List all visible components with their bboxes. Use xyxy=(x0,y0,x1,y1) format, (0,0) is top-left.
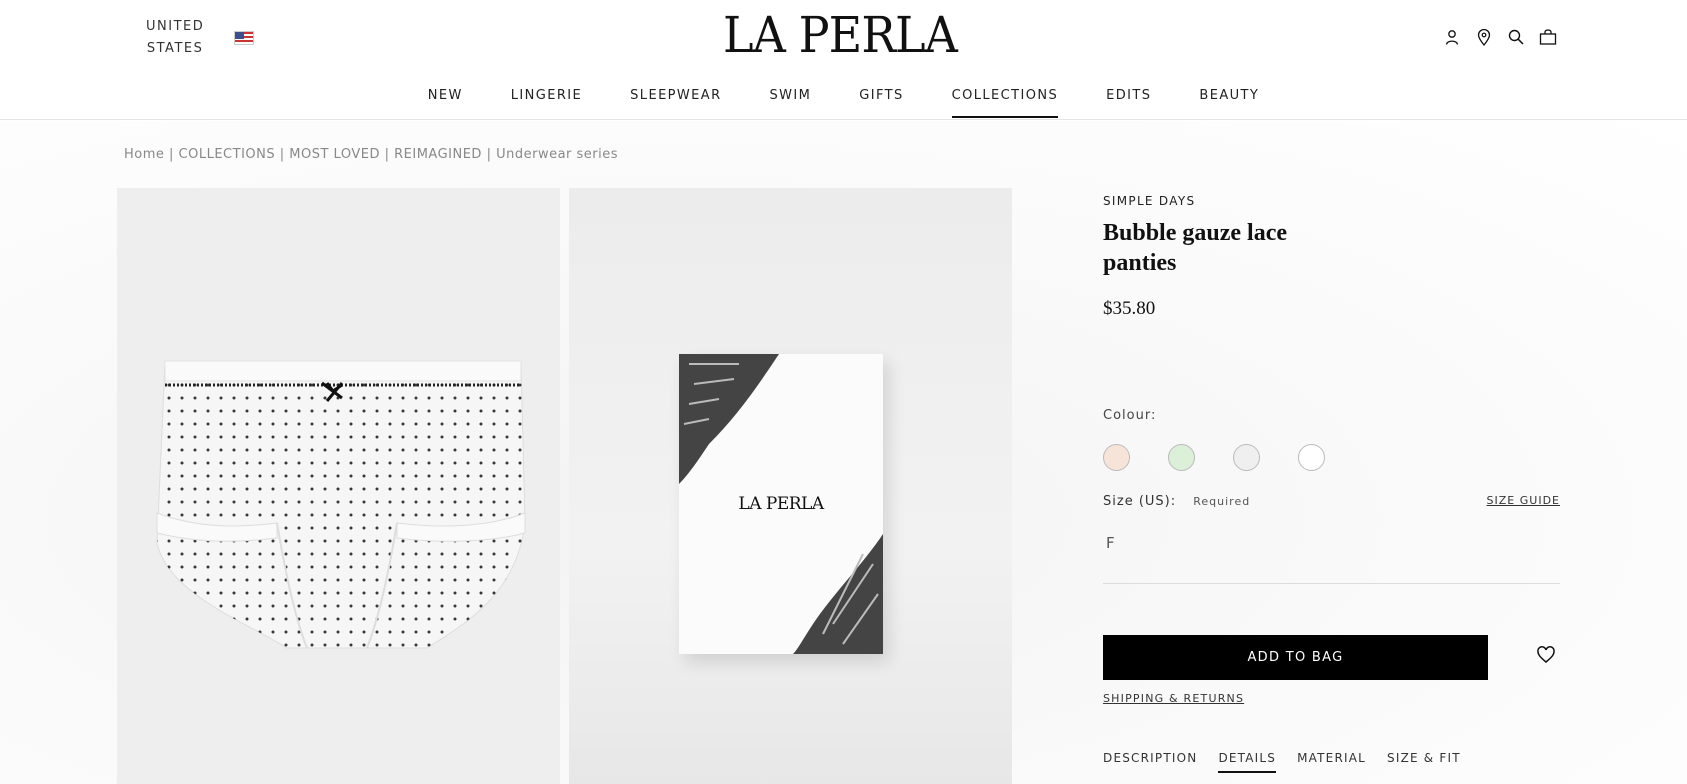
size-option[interactable]: F xyxy=(1106,534,1115,552)
nav-item-lingerie[interactable]: LINGERIE xyxy=(511,88,582,120)
nav-item-beauty[interactable]: BEAUTY xyxy=(1199,88,1259,120)
size-required-note: Required xyxy=(1193,495,1251,508)
main-nav: NEW LINGERIE SLEEPWEAR SWIM GIFTS COLLEC… xyxy=(0,88,1687,120)
product-price: $35.80 xyxy=(1103,298,1156,319)
site-header: UNITED STATES LA PERLA NEW LINGERIE SLEE… xyxy=(0,0,1687,120)
colour-swatch-green[interactable] xyxy=(1168,444,1195,471)
product-info-tabs: DESCRIPTION DETAILS MATERIAL SIZE & FIT xyxy=(1103,751,1461,773)
breadcrumb-collections[interactable]: COLLECTIONS xyxy=(179,147,276,162)
nav-item-sleepwear[interactable]: SLEEPWEAR xyxy=(630,88,721,120)
product-details: SIMPLE DAYS Bubble gauze lace panties $3… xyxy=(1103,190,1563,773)
nav-item-swim[interactable]: SWIM xyxy=(770,88,812,120)
gift-box-photo: LA PERLA xyxy=(679,354,883,654)
tab-description[interactable]: DESCRIPTION xyxy=(1103,751,1197,765)
tab-material[interactable]: MATERIAL xyxy=(1297,751,1366,765)
nav-item-collections[interactable]: COLLECTIONS xyxy=(951,88,1059,120)
bag-icon[interactable] xyxy=(1539,26,1557,48)
breadcrumb-underwear-series[interactable]: Underwear series xyxy=(496,147,618,162)
search-icon[interactable] xyxy=(1507,26,1525,48)
product-title: Bubble gauze lace panties xyxy=(1103,220,1287,276)
shipping-returns-link[interactable]: SHIPPING & RETURNS xyxy=(1103,692,1244,705)
divider xyxy=(1103,583,1560,584)
breadcrumb: Home | COLLECTIONS | MOST LOVED | REIMAG… xyxy=(124,147,618,162)
region-selector[interactable]: UNITED STATES xyxy=(146,16,204,60)
box-logo: LA PERLA xyxy=(738,494,824,514)
header-icon-group xyxy=(1443,26,1557,48)
size-guide-link[interactable]: SIZE GUIDE xyxy=(1487,494,1560,507)
lace-decoration xyxy=(793,534,883,654)
product-image-main[interactable] xyxy=(117,188,560,784)
size-row: Size (US): Required SIZE GUIDE xyxy=(1103,494,1560,509)
panties-photo xyxy=(156,360,526,649)
breadcrumb-separator: | xyxy=(164,147,179,162)
site-logo[interactable]: LA PERLA xyxy=(711,6,969,64)
breadcrumb-separator: | xyxy=(481,147,497,162)
breadcrumb-most-loved[interactable]: MOST LOVED xyxy=(289,147,380,162)
breadcrumb-home[interactable]: Home xyxy=(124,147,164,162)
breadcrumb-separator: | xyxy=(379,147,395,162)
breadcrumb-reimagined[interactable]: REIMAGINED xyxy=(394,147,482,162)
region-line-2: STATES xyxy=(146,41,204,56)
colour-swatches xyxy=(1103,444,1325,471)
colour-swatch-peach[interactable] xyxy=(1103,444,1130,471)
wishlist-heart-icon[interactable] xyxy=(1536,645,1556,665)
nav-item-new[interactable]: NEW xyxy=(428,88,463,120)
tab-details[interactable]: DETAILS xyxy=(1218,751,1276,773)
us-flag-icon[interactable] xyxy=(234,31,254,45)
product-brand: SIMPLE DAYS xyxy=(1103,194,1196,208)
add-to-bag-button[interactable]: ADD TO BAG xyxy=(1103,635,1488,680)
colour-swatch-white[interactable] xyxy=(1298,444,1325,471)
lace-decoration xyxy=(679,354,779,484)
product-image-secondary[interactable]: LA PERLA xyxy=(569,188,1012,784)
nav-item-edits[interactable]: EDITS xyxy=(1106,88,1151,120)
nav-item-gifts[interactable]: GIFTS xyxy=(859,88,903,120)
colour-label: Colour: xyxy=(1103,408,1157,423)
region-line-1: UNITED xyxy=(146,19,205,34)
account-icon[interactable] xyxy=(1443,26,1461,48)
breadcrumb-separator: | xyxy=(275,147,290,162)
colour-swatch-grey[interactable] xyxy=(1233,444,1260,471)
store-locator-icon[interactable] xyxy=(1475,26,1493,48)
size-label: Size (US): xyxy=(1103,494,1177,509)
tab-size-fit[interactable]: SIZE & FIT xyxy=(1387,751,1461,765)
